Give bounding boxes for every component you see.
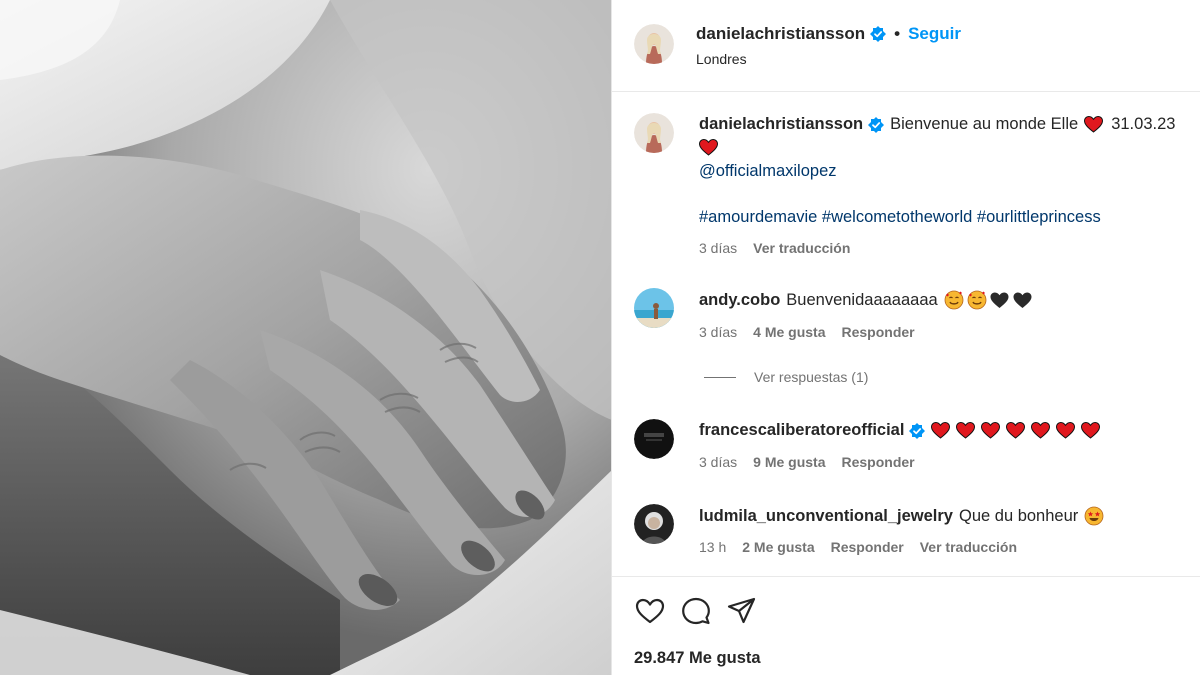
red-heart-emoji-icon (699, 139, 718, 156)
red-heart-emoji-icon (1081, 422, 1101, 439)
actions-divider (612, 576, 1200, 577)
comment-text: Buenvenidaaaaaaaa (786, 290, 938, 309)
black-heart-emoji-icon (1013, 292, 1032, 309)
heart-outline-icon[interactable] (634, 595, 666, 627)
caption-text: Bienvenue au monde Elle (890, 115, 1079, 133)
translate-button[interactable]: Ver traducción (920, 539, 1017, 555)
caption-line-2 (699, 139, 718, 156)
separator-dot: • (894, 24, 901, 43)
commenter-avatar[interactable] (634, 288, 674, 328)
comment-line: francescaliberatoreofficial (699, 421, 1101, 440)
comment-username[interactable]: francescaliberatoreofficial (699, 421, 904, 440)
share-icon[interactable] (726, 595, 758, 627)
comment-meta: 3 días 4 Me gusta Responder (699, 324, 915, 340)
reply-button[interactable]: Responder (842, 454, 915, 470)
post-actions (634, 595, 758, 627)
comment-time[interactable]: 3 días (699, 454, 737, 470)
post-header: danielachristiansson • Seguir (696, 24, 961, 44)
red-heart-emoji-icon (956, 422, 976, 439)
comment-username[interactable]: ludmila_unconventional_jewelry (699, 507, 953, 526)
caption-username[interactable]: danielachristiansson (699, 115, 863, 134)
translate-button[interactable]: Ver traducción (753, 240, 850, 256)
red-heart-emoji-icon (931, 422, 951, 439)
comment-meta: 13 h 2 Me gusta Responder Ver traducción (699, 539, 1017, 555)
comment-time[interactable]: 3 días (699, 324, 737, 340)
red-heart-emoji-icon (1031, 422, 1051, 439)
comment-likes[interactable]: 4 Me gusta (753, 324, 825, 340)
red-heart-emoji-icon (981, 422, 1001, 439)
view-replies-label: Ver respuestas (1) (754, 369, 869, 385)
commenter-avatar[interactable] (634, 419, 674, 459)
caption-avatar[interactable] (634, 113, 674, 153)
verified-badge-icon (870, 26, 887, 42)
comment-meta: 3 días 9 Me gusta Responder (699, 454, 915, 470)
comment-icon[interactable] (680, 595, 712, 627)
verified-badge-icon (909, 422, 926, 439)
likes-count[interactable]: 29.847 Me gusta (634, 649, 761, 668)
post-details-panel: danielachristiansson • Seguir Londres da… (612, 0, 1200, 675)
caption-date: 31.03.23 (1111, 115, 1176, 133)
author-username[interactable]: danielachristiansson (696, 24, 865, 44)
caption-line-1: danielachristiansson Bienvenue au monde … (699, 115, 1175, 134)
replies-line (704, 376, 736, 378)
verified-badge-icon (868, 116, 885, 133)
caption-hashtags[interactable]: #amourdemavie #welcometotheworld #ourlit… (699, 208, 1101, 227)
red-heart-emoji-icon (1084, 116, 1104, 133)
post-photo[interactable] (0, 0, 612, 675)
header-divider (612, 91, 1200, 92)
author-avatar[interactable] (634, 24, 674, 64)
post-location[interactable]: Londres (696, 51, 747, 67)
caption-time[interactable]: 3 días (699, 240, 737, 256)
black-heart-emoji-icon (990, 292, 1009, 309)
follow-button[interactable]: Seguir (908, 24, 961, 44)
comment-likes[interactable]: 9 Me gusta (753, 454, 825, 470)
view-replies-button[interactable]: Ver respuestas (1) (704, 369, 868, 385)
comment-text: Que du bonheur (959, 506, 1079, 525)
smiling-face-with-hearts-emoji-icon (944, 290, 964, 310)
comment-likes[interactable]: 2 Me gusta (742, 539, 814, 555)
comment-line: andy.cobo Buenvenidaaaaaaaa (699, 290, 1032, 310)
comment-line: ludmila_unconventional_jewelry Que du bo… (699, 506, 1107, 526)
reply-button[interactable]: Responder (842, 324, 915, 340)
commenter-avatar[interactable] (634, 504, 674, 544)
reply-button[interactable]: Responder (831, 539, 904, 555)
caption-mention[interactable]: @officialmaxilopez (699, 162, 837, 181)
smiling-face-with-hearts-emoji-icon (967, 290, 987, 310)
star-struck-emoji-icon (1084, 506, 1104, 526)
red-heart-emoji-icon (1006, 422, 1026, 439)
caption-meta: 3 días Ver traducción (699, 240, 850, 256)
comment-time[interactable]: 13 h (699, 539, 726, 555)
comment-username[interactable]: andy.cobo (699, 291, 780, 310)
red-heart-emoji-icon (1056, 422, 1076, 439)
